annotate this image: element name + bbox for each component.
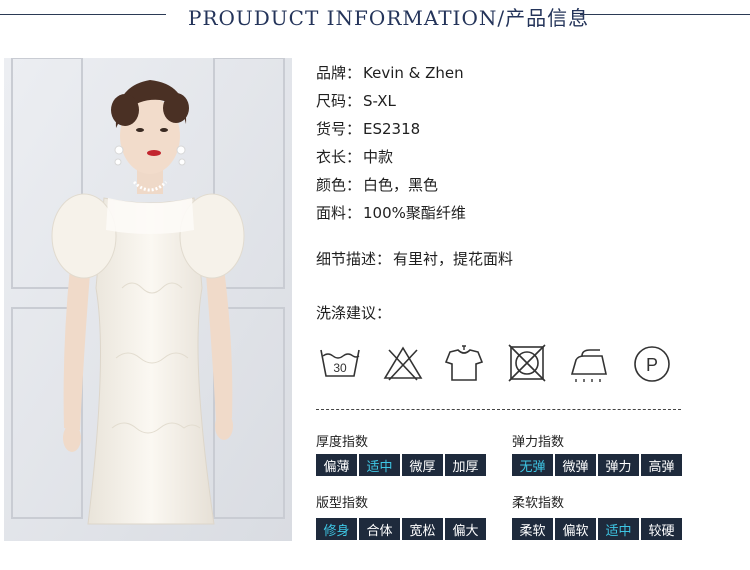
softness-option-selected: 适中 (598, 518, 639, 540)
length-row: 衣长： 中款 (316, 146, 393, 167)
fabric-value: 100%聚酯纤维 (363, 204, 466, 222)
color-label: 颜色： (316, 176, 362, 194)
thickness-index-options: 偏薄 适中 微厚 加厚 (316, 454, 486, 476)
divider-dashed (316, 409, 681, 410)
elasticity-index-title: 弹力指数 (512, 435, 565, 450)
softness-option: 较硬 (641, 518, 682, 540)
thickness-option: 加厚 (445, 454, 486, 476)
iron-icon (570, 349, 607, 382)
no-bleach-icon (383, 346, 423, 381)
size-value: S-XL (363, 92, 396, 110)
sku-value: ES2318 (363, 120, 421, 138)
fit-index-options: 修身 合体 宽松 偏大 (316, 518, 486, 540)
wash-30-icon: 30 (320, 349, 360, 377)
sku-row: 货号： ES2318 (316, 118, 420, 139)
product-photo (4, 58, 292, 541)
length-value: 中款 (363, 148, 394, 166)
thickness-index-title: 厚度指数 (316, 435, 369, 450)
size-label: 尺码： (316, 92, 362, 110)
sku-label: 货号： (316, 120, 362, 138)
section-title: PROUDUCT INFORMATION/产品信息 (188, 6, 590, 30)
elasticity-index-options: 无弹 微弹 弹力 高弹 (512, 454, 682, 476)
fit-index-title: 版型指数 (316, 496, 369, 511)
hang-dry-icon (444, 345, 484, 381)
size-row: 尺码： S-XL (316, 90, 396, 111)
model-in-white-dress-image (4, 58, 292, 541)
elasticity-option: 高弹 (641, 454, 682, 476)
care-title: 洗涤建议： (316, 304, 392, 322)
fabric-label: 面料： (316, 204, 362, 222)
header-rule-left (0, 14, 166, 15)
brand-row: 品牌： Kevin & Zhen (316, 62, 464, 83)
brand-label: 品牌： (316, 64, 362, 82)
elasticity-option: 弹力 (598, 454, 639, 476)
detail-label: 细节描述： (316, 250, 392, 268)
softness-option: 柔软 (512, 518, 553, 540)
color-value: 白色，黑色 (363, 176, 439, 194)
length-label: 衣长： (316, 148, 362, 166)
elasticity-option: 微弹 (555, 454, 596, 476)
detail-row: 细节描述： 有里衬，提花面料 (316, 248, 513, 269)
fit-option-selected: 修身 (316, 518, 357, 540)
dry-clean-letter: P (646, 355, 658, 375)
no-tumble-dry-icon (508, 344, 546, 382)
thickness-option-selected: 适中 (359, 454, 400, 476)
fit-option: 合体 (359, 518, 400, 540)
detail-value: 有里衬，提花面料 (393, 250, 514, 268)
color-row: 颜色： 白色，黑色 (316, 174, 438, 195)
fabric-row: 面料： 100%聚酯纤维 (316, 202, 466, 223)
brand-value: Kevin & Zhen (363, 64, 464, 82)
fit-option: 宽松 (402, 518, 443, 540)
softness-index-options: 柔软 偏软 适中 较硬 (512, 518, 682, 540)
thickness-option: 微厚 (402, 454, 443, 476)
header-rule-right (580, 14, 750, 15)
softness-index-title: 柔软指数 (512, 496, 565, 511)
fit-option: 偏大 (445, 518, 486, 540)
softness-option: 偏软 (555, 518, 596, 540)
wash-temp-text: 30 (333, 361, 347, 375)
dry-clean-p-icon: P (634, 346, 670, 382)
thickness-option: 偏薄 (316, 454, 357, 476)
elasticity-option-selected: 无弹 (512, 454, 553, 476)
